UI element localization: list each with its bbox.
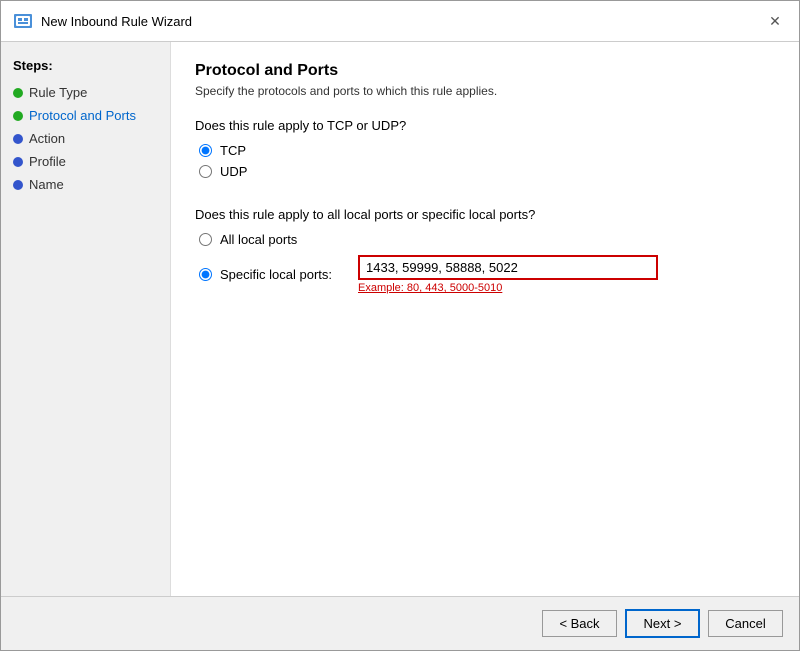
ports-input-container: Example: 80, 443, 5000-5010 xyxy=(358,255,658,294)
protocol-radio-group: TCP UDP xyxy=(199,143,775,179)
tcp-label: TCP xyxy=(220,143,246,158)
tcp-option[interactable]: TCP xyxy=(199,143,775,158)
udp-label: UDP xyxy=(220,164,247,179)
back-button[interactable]: < Back xyxy=(542,610,617,637)
sidebar-item-protocol-ports[interactable]: Protocol and Ports xyxy=(1,104,170,127)
step-dot-name xyxy=(13,180,23,190)
step-dot-protocol-ports xyxy=(13,111,23,121)
title-bar: New Inbound Rule Wizard ✕ xyxy=(1,1,799,42)
tcp-radio[interactable] xyxy=(199,144,212,157)
protocol-question: Does this rule apply to TCP or UDP? xyxy=(195,118,775,133)
cancel-button[interactable]: Cancel xyxy=(708,610,783,637)
all-local-ports-option[interactable]: All local ports xyxy=(199,232,775,247)
specific-ports-option[interactable]: Specific local ports: xyxy=(199,267,350,282)
title-bar-left: New Inbound Rule Wizard xyxy=(13,11,192,31)
sidebar-item-action[interactable]: Action xyxy=(1,127,170,150)
main-panel: Protocol and Ports Specify the protocols… xyxy=(171,42,799,596)
udp-option[interactable]: UDP xyxy=(199,164,775,179)
sidebar-item-rule-type[interactable]: Rule Type xyxy=(1,81,170,104)
specific-ports-radio[interactable] xyxy=(199,268,212,281)
ports-question: Does this rule apply to all local ports … xyxy=(195,207,775,222)
window-title: New Inbound Rule Wizard xyxy=(41,14,192,29)
step-dot-profile xyxy=(13,157,23,167)
panel-subtitle: Specify the protocols and ports to which… xyxy=(195,84,775,98)
next-button[interactable]: Next > xyxy=(625,609,700,638)
specific-ports-row: Specific local ports: Example: 80, 443, … xyxy=(199,255,775,294)
sidebar-item-name[interactable]: Name xyxy=(1,173,170,196)
specific-ports-input[interactable] xyxy=(358,255,658,280)
sidebar-label-profile: Profile xyxy=(29,154,66,169)
wizard-icon xyxy=(13,11,33,31)
step-dot-action xyxy=(13,134,23,144)
dialog-window: New Inbound Rule Wizard ✕ Steps: Rule Ty… xyxy=(0,0,800,651)
step-dot-rule-type xyxy=(13,88,23,98)
ports-section: Does this rule apply to all local ports … xyxy=(195,207,775,294)
sidebar: Steps: Rule Type Protocol and Ports Acti… xyxy=(1,42,171,596)
content-area: Steps: Rule Type Protocol and Ports Acti… xyxy=(1,42,799,596)
steps-label: Steps: xyxy=(1,54,170,81)
sidebar-label-protocol-ports: Protocol and Ports xyxy=(29,108,136,123)
udp-radio[interactable] xyxy=(199,165,212,178)
sidebar-item-profile[interactable]: Profile xyxy=(1,150,170,173)
sidebar-label-action: Action xyxy=(29,131,65,146)
example-text: Example: 80, 443, 5000-5010 xyxy=(358,282,658,294)
ports-radio-group: All local ports Specific local ports: Ex… xyxy=(199,232,775,294)
all-local-ports-radio[interactable] xyxy=(199,233,212,246)
panel-title: Protocol and Ports xyxy=(195,62,775,80)
all-local-ports-label: All local ports xyxy=(220,232,350,247)
sidebar-label-name: Name xyxy=(29,177,64,192)
close-button[interactable]: ✕ xyxy=(763,9,787,33)
footer: < Back Next > Cancel xyxy=(1,596,799,650)
sidebar-label-rule-type: Rule Type xyxy=(29,85,87,100)
specific-ports-label: Specific local ports: xyxy=(220,267,350,282)
